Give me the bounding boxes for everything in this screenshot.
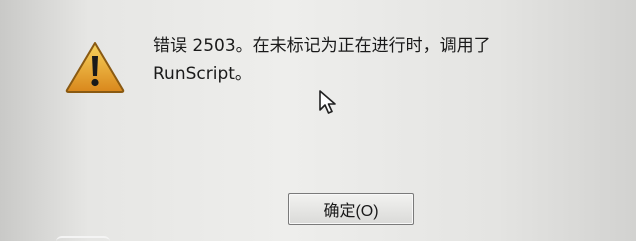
error-message: 错误 2503。在未标记为正在进行时，调用了 RunScript。 <box>153 32 603 88</box>
warning-icon <box>65 42 125 93</box>
partial-control-edge <box>56 236 110 241</box>
error-message-line-2: RunScript。 <box>153 64 252 84</box>
ok-button[interactable]: 确定(O) <box>288 193 414 225</box>
mouse-pointer-icon <box>319 90 336 114</box>
error-dialog: 错误 2503。在未标记为正在进行时，调用了 RunScript。 确定(O) <box>0 0 636 241</box>
ok-button-label: 确定(O) <box>323 203 379 220</box>
error-message-line-1: 错误 2503。在未标记为正在进行时，调用了 <box>153 36 491 56</box>
